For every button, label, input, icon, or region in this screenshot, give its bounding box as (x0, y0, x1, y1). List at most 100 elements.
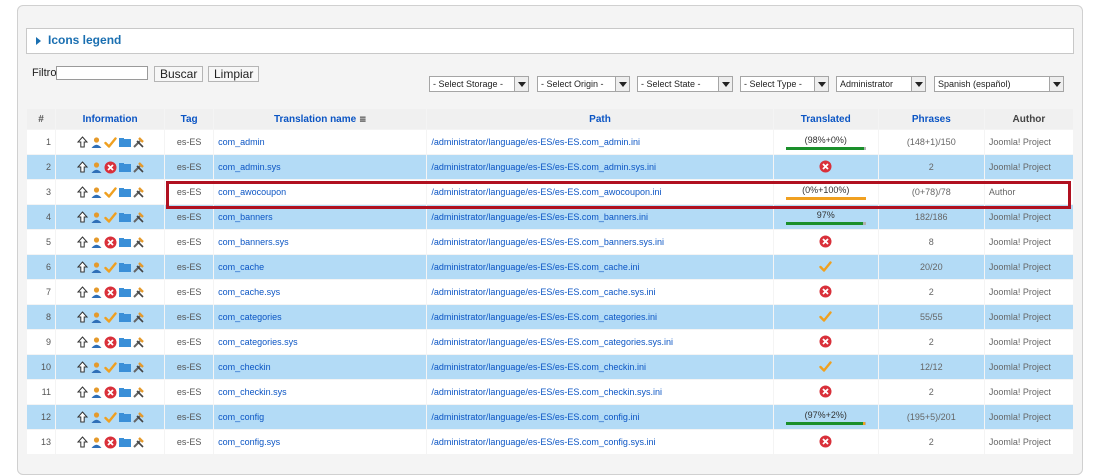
tools-icon[interactable] (132, 411, 145, 424)
translation-name-link[interactable]: com_categories (214, 305, 427, 329)
check-icon[interactable] (103, 311, 117, 324)
path-link[interactable]: /administrator/language/es-ES/es-ES.com_… (427, 330, 773, 354)
upload-icon[interactable] (76, 260, 89, 274)
upload-icon[interactable] (76, 235, 89, 249)
user-icon[interactable] (90, 361, 103, 374)
path-link[interactable]: /administrator/language/es-ES/es-ES.com_… (427, 230, 773, 254)
tools-icon[interactable] (132, 161, 145, 174)
translation-name-link[interactable]: com_admin.sys (214, 155, 427, 179)
tools-icon[interactable] (132, 236, 145, 249)
path-link[interactable]: /administrator/language/es-ES/es-ES.com_… (427, 355, 773, 379)
check-icon[interactable] (103, 211, 117, 224)
translation-name-link[interactable]: com_checkin (214, 355, 427, 379)
filter-input[interactable] (56, 66, 148, 80)
user-icon[interactable] (90, 236, 103, 249)
user-icon[interactable] (90, 311, 103, 324)
user-icon[interactable] (90, 161, 103, 174)
language-select[interactable]: Spanish (español) (934, 76, 1064, 92)
path-link[interactable]: /administrator/language/es-ES/es-ES.com_… (427, 405, 773, 429)
check-icon[interactable] (103, 361, 117, 374)
tools-icon[interactable] (132, 261, 145, 274)
tools-icon[interactable] (132, 136, 145, 149)
upload-icon[interactable] (76, 335, 89, 349)
upload-icon[interactable] (76, 360, 89, 374)
translation-name-link[interactable]: com_config.sys (214, 430, 427, 454)
upload-icon[interactable] (76, 385, 89, 399)
translation-name-link[interactable]: com_cache.sys (214, 280, 427, 304)
check-icon[interactable] (103, 261, 117, 274)
folder-icon[interactable] (118, 186, 131, 199)
path-link[interactable]: /administrator/language/es-ES/es-ES.com_… (427, 280, 773, 304)
folder-icon[interactable] (118, 261, 131, 274)
col-tag-header[interactable]: Tag (165, 109, 214, 129)
translation-name-link[interactable]: com_config (214, 405, 427, 429)
icons-legend-toggle[interactable]: Icons legend (26, 28, 1074, 54)
upload-icon[interactable] (76, 185, 89, 199)
path-link[interactable]: /administrator/language/es-ES/es-ES.com_… (427, 205, 773, 229)
upload-icon[interactable] (76, 310, 89, 324)
x-circle-icon[interactable] (104, 236, 117, 249)
tools-icon[interactable] (132, 186, 145, 199)
upload-icon[interactable] (76, 135, 89, 149)
folder-icon[interactable] (118, 411, 131, 424)
origin-select[interactable]: - Select Origin - (537, 76, 630, 92)
col-author-header[interactable]: Author (984, 109, 1073, 129)
storage-select[interactable]: - Select Storage - (429, 76, 529, 92)
tools-icon[interactable] (132, 311, 145, 324)
folder-icon[interactable] (118, 386, 131, 399)
col-phrases-header[interactable]: Phrases (878, 109, 984, 129)
upload-icon[interactable] (76, 410, 89, 424)
upload-icon[interactable] (76, 285, 89, 299)
state-select[interactable]: - Select State - (637, 76, 733, 92)
x-circle-icon[interactable] (104, 436, 117, 449)
folder-icon[interactable] (118, 136, 131, 149)
tools-icon[interactable] (132, 386, 145, 399)
folder-icon[interactable] (118, 436, 131, 449)
user-icon[interactable] (90, 136, 103, 149)
search-button[interactable]: Buscar (154, 66, 204, 82)
client-select[interactable]: Administrator (836, 76, 926, 92)
x-circle-icon[interactable] (104, 161, 117, 174)
user-icon[interactable] (90, 386, 103, 399)
upload-icon[interactable] (76, 210, 89, 224)
tools-icon[interactable] (132, 436, 145, 449)
folder-icon[interactable] (118, 336, 131, 349)
col-information-header[interactable]: Information (56, 109, 165, 129)
user-icon[interactable] (90, 261, 103, 274)
col-name-header[interactable]: Translation name ≡ (214, 109, 427, 129)
user-icon[interactable] (90, 436, 103, 449)
upload-icon[interactable] (76, 160, 89, 174)
upload-icon[interactable] (76, 435, 89, 449)
translation-name-link[interactable]: com_categories.sys (214, 330, 427, 354)
tools-icon[interactable] (132, 336, 145, 349)
tools-icon[interactable] (132, 286, 145, 299)
clear-button[interactable]: Limpiar (208, 66, 260, 82)
tools-icon[interactable] (132, 361, 145, 374)
user-icon[interactable] (90, 186, 103, 199)
folder-icon[interactable] (118, 211, 131, 224)
x-circle-icon[interactable] (104, 336, 117, 349)
check-icon[interactable] (103, 411, 117, 424)
x-circle-icon[interactable] (104, 386, 117, 399)
user-icon[interactable] (90, 211, 103, 224)
path-link[interactable]: /administrator/language/es-ES/es-ES.com_… (427, 305, 773, 329)
path-link[interactable]: /administrator/language/es-ES/es-ES.com_… (427, 180, 773, 204)
path-link[interactable]: /administrator/language/es-ES/es-ES.com_… (427, 380, 773, 404)
folder-icon[interactable] (118, 311, 131, 324)
col-path-header[interactable]: Path (427, 109, 773, 129)
translation-name-link[interactable]: com_awocoupon (214, 180, 427, 204)
translation-name-link[interactable]: com_cache (214, 255, 427, 279)
folder-icon[interactable] (118, 236, 131, 249)
translation-name-link[interactable]: com_checkin.sys (214, 380, 427, 404)
folder-icon[interactable] (118, 361, 131, 374)
path-link[interactable]: /administrator/language/es-ES/es-ES.com_… (427, 430, 773, 454)
x-circle-icon[interactable] (104, 286, 117, 299)
check-icon[interactable] (103, 136, 117, 149)
check-icon[interactable] (103, 186, 117, 199)
type-select[interactable]: - Select Type - (740, 76, 829, 92)
path-link[interactable]: /administrator/language/es-ES/es-ES.com_… (427, 255, 773, 279)
col-translated-header[interactable]: Translated (773, 109, 878, 129)
folder-icon[interactable] (118, 286, 131, 299)
translation-name-link[interactable]: com_banners.sys (214, 230, 427, 254)
user-icon[interactable] (90, 286, 103, 299)
